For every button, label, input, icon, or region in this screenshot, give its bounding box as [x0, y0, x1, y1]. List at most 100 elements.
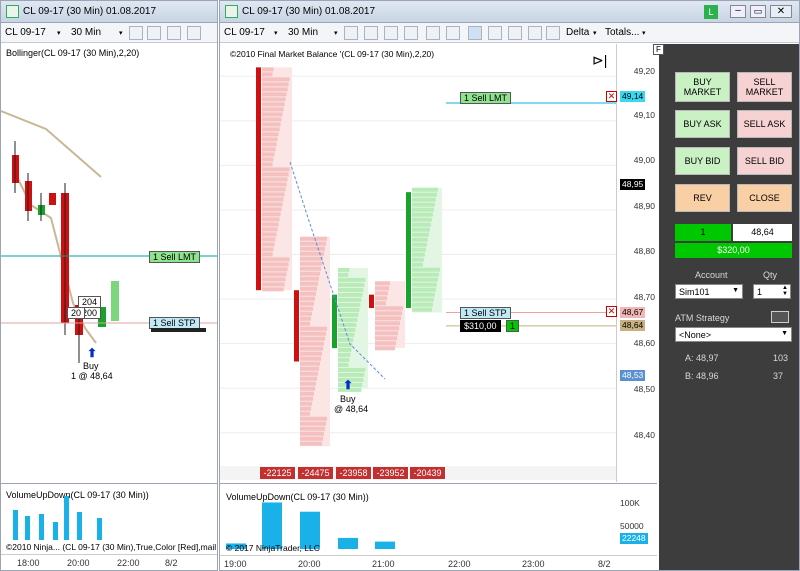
drawing-tool-icon[interactable] — [167, 26, 181, 40]
main-title-bar[interactable]: CL 09-17 (30 Min) 01.08.2017 L – ▭ ✕ — [220, 1, 799, 23]
footprint-cell — [300, 396, 314, 401]
sell-limit-order[interactable]: 1 Sell LMT — [460, 92, 512, 104]
footprint-cell — [338, 362, 349, 367]
left-interval-selector[interactable]: 30 Min — [71, 27, 101, 38]
footprint-cell — [375, 316, 401, 321]
left-candle — [49, 193, 56, 205]
data-series-icon[interactable] — [187, 26, 201, 40]
drawing-tool-icon[interactable] — [384, 26, 398, 40]
y-tick: 49,10 — [633, 110, 655, 120]
chevron-down-icon[interactable]: ▾ — [593, 29, 597, 37]
maximize-icon[interactable]: ▭ — [750, 5, 766, 18]
footprint-cell — [300, 266, 322, 271]
main-instrument-selector[interactable]: CL 09-17 — [224, 27, 265, 38]
left-price-plot[interactable] — [1, 43, 218, 483]
footprint-cell — [262, 107, 284, 112]
link-icon[interactable]: L — [704, 5, 718, 19]
x-tick: 22:00 — [448, 559, 471, 569]
footprint-cell — [262, 252, 273, 257]
properties-icon[interactable] — [546, 26, 560, 40]
chevron-down-icon[interactable]: ▾ — [642, 29, 646, 37]
position-qty-tag[interactable]: 1 — [506, 320, 520, 332]
qty-label: Qty — [763, 270, 778, 280]
minimize-icon[interactable]: – — [730, 5, 746, 18]
footprint-cell — [262, 237, 276, 242]
left-candle — [111, 281, 119, 321]
footprint-cell — [262, 217, 280, 222]
chevron-down-icon[interactable]: ▾ — [57, 29, 61, 37]
footprint-cell — [412, 307, 432, 312]
footprint-cell — [300, 381, 317, 386]
sell-market-button[interactable]: SELL MARKET — [737, 72, 792, 102]
candle-icon[interactable] — [488, 26, 502, 40]
footprint-cell — [300, 431, 325, 436]
close-icon[interactable]: ✕ — [770, 5, 792, 18]
footprint-cell — [338, 287, 364, 292]
pencil-icon[interactable] — [364, 26, 378, 40]
left-instrument-selector[interactable]: CL 09-17 — [5, 27, 46, 38]
footprint-cell — [262, 172, 289, 177]
footprint-cell — [262, 262, 289, 267]
pencil-icon[interactable] — [147, 26, 161, 40]
sell-ask-button[interactable]: SELL ASK — [737, 110, 792, 138]
footprint-cell — [300, 441, 323, 446]
footprint-cell — [262, 257, 290, 262]
crosshair-icon[interactable] — [129, 26, 143, 40]
y-tick: 49,20 — [633, 66, 655, 76]
chevron-down-icon[interactable]: ▾ — [334, 29, 338, 37]
footprint-cell — [412, 277, 438, 282]
footprint-cell — [412, 252, 425, 257]
template-icon[interactable] — [528, 26, 542, 40]
close-position-button[interactable]: CLOSE — [737, 184, 792, 212]
sell-stop-order[interactable]: 1 Sell STP — [460, 307, 511, 319]
left-sell-limit-order[interactable]: 1 Sell LMT — [149, 251, 201, 263]
buy-market-button[interactable]: BUY MARKET — [675, 72, 730, 102]
line-icon[interactable] — [508, 26, 522, 40]
footprint-cell — [300, 301, 315, 306]
footprint-cell — [412, 217, 432, 222]
footprint-cell — [412, 242, 427, 247]
data-series-icon[interactable] — [404, 26, 418, 40]
buy-ask-button[interactable]: BUY ASK — [675, 110, 730, 138]
cancel-order-icon[interactable]: ✕ — [606, 91, 617, 102]
crosshair-icon[interactable] — [344, 26, 358, 40]
stepper-arrows-icon[interactable]: ▲ ▼ — [782, 285, 788, 297]
main-y-axis[interactable]: 49,20 49,10 49,00 48,90 48,80 48,70 48,6… — [616, 44, 657, 482]
move-icon[interactable] — [426, 26, 440, 40]
footprint-cell — [412, 222, 431, 227]
bar-chart-icon[interactable] — [468, 26, 482, 40]
footprint-cell — [300, 406, 312, 411]
atm-config-icon[interactable] — [771, 311, 789, 323]
position-pnl-tag[interactable]: $310,00 — [460, 320, 501, 332]
x-tick: 19:00 — [224, 559, 247, 569]
footprint-cell — [338, 322, 357, 327]
delta-selector[interactable]: Delta — [566, 27, 589, 38]
sell-bid-button[interactable]: SELL BID — [737, 147, 792, 175]
panel-toggle-icon[interactable]: F — [653, 44, 664, 55]
footprint-cell — [262, 162, 273, 167]
footprint-cell — [262, 267, 288, 272]
zoom-icon[interactable] — [446, 26, 460, 40]
buy-bid-button[interactable]: BUY BID — [675, 147, 730, 175]
footprint-cell — [262, 207, 282, 212]
footprint-cell — [338, 267, 350, 272]
footprint-cell — [338, 357, 350, 362]
left-title-bar[interactable]: CL 09-17 (30 Min) 01.08.2017 — [1, 1, 217, 23]
qty-stepper[interactable]: 1 ▲ ▼ — [753, 284, 791, 299]
footprint-cell — [338, 347, 352, 352]
atm-strategy-select[interactable]: <None> ▼ — [675, 327, 792, 342]
chevron-down-icon[interactable]: ▾ — [274, 29, 278, 37]
footprint-cell — [262, 102, 285, 107]
last-price-tag: 48,95 — [620, 179, 646, 190]
cancel-order-icon[interactable]: ✕ — [606, 306, 617, 317]
main-interval-selector[interactable]: 30 Min — [288, 27, 318, 38]
footprint-cell — [300, 261, 323, 266]
footprint-cell — [300, 426, 326, 431]
account-select[interactable]: Sim101 ▼ — [675, 284, 743, 299]
chevron-down-icon[interactable]: ▾ — [119, 29, 123, 37]
totals-selector[interactable]: Totals... — [605, 27, 639, 38]
reverse-button[interactable]: REV — [675, 184, 730, 212]
footprint-cell — [300, 321, 311, 326]
footprint-cell — [300, 326, 328, 331]
main-price-svg[interactable] — [220, 44, 657, 482]
